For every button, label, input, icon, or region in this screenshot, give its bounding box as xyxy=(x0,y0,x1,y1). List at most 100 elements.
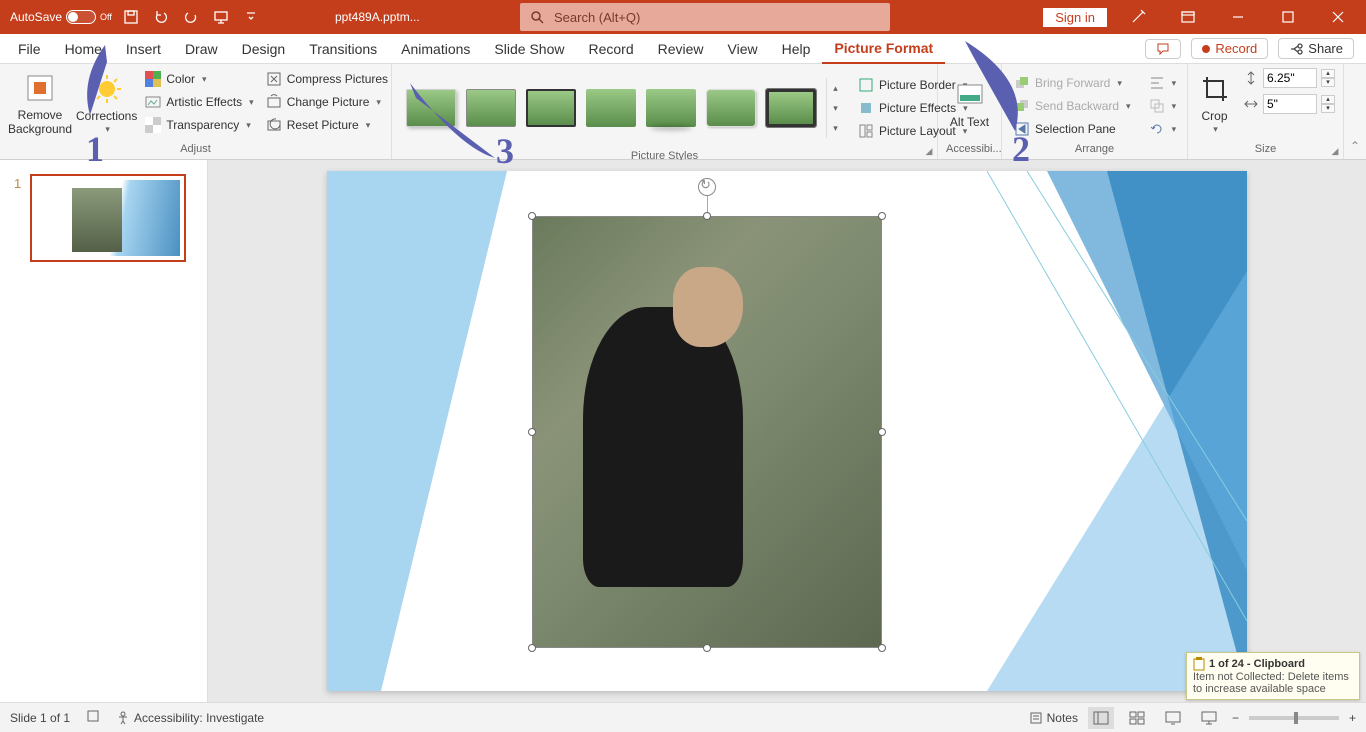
redo-icon[interactable] xyxy=(180,6,202,28)
tab-insert[interactable]: Insert xyxy=(114,34,173,64)
share-button[interactable]: Share xyxy=(1278,38,1354,59)
reset-picture-button[interactable]: Reset Picture▾ xyxy=(262,114,392,136)
ribbon-display-icon[interactable] xyxy=(1168,2,1208,32)
selection-pane-button[interactable]: Selection Pane xyxy=(1010,118,1135,140)
resize-handle-s[interactable] xyxy=(703,644,711,652)
alt-text-button[interactable]: Alt Text xyxy=(946,68,993,140)
width-input[interactable] xyxy=(1263,94,1317,114)
rotate-icon xyxy=(1149,121,1165,137)
autosave-toggle[interactable]: AutoSave Off xyxy=(10,10,112,24)
slide-counter[interactable]: Slide 1 of 1 xyxy=(10,711,70,725)
group-label-access: Accessibi... xyxy=(946,141,993,157)
tab-help[interactable]: Help xyxy=(770,34,823,64)
qat-more-icon[interactable] xyxy=(240,6,262,28)
slide-thumbnail-1[interactable] xyxy=(30,174,186,262)
tab-record[interactable]: Record xyxy=(576,34,645,64)
compress-pictures-button[interactable]: Compress Pictures xyxy=(262,68,392,90)
send-backward-button[interactable]: Send Backward▾ xyxy=(1010,95,1135,117)
search-box[interactable]: Search (Alt+Q) xyxy=(520,3,890,31)
macros-icon[interactable] xyxy=(86,709,100,726)
group-button[interactable]: ▾ xyxy=(1145,95,1181,117)
present-icon[interactable] xyxy=(210,6,232,28)
tab-view[interactable]: View xyxy=(716,34,770,64)
picture-content xyxy=(532,216,882,648)
styles-dialog-launcher[interactable]: ◢ xyxy=(923,145,935,157)
workspace xyxy=(0,160,1366,702)
resize-handle-n[interactable] xyxy=(703,212,711,220)
resize-handle-se[interactable] xyxy=(878,644,886,652)
style-thumb-2[interactable] xyxy=(466,89,516,127)
resize-handle-nw[interactable] xyxy=(528,212,536,220)
resize-handle-w[interactable] xyxy=(528,428,536,436)
zoom-in-button[interactable]: + xyxy=(1349,711,1356,725)
close-icon[interactable] xyxy=(1318,2,1358,32)
remove-background-button[interactable]: Remove Background xyxy=(8,68,72,140)
tab-review[interactable]: Review xyxy=(646,34,716,64)
sign-in-button[interactable]: Sign in xyxy=(1042,7,1108,28)
change-picture-button[interactable]: Change Picture▾ xyxy=(262,91,392,113)
pen-icon[interactable] xyxy=(1118,2,1158,32)
rotation-handle[interactable] xyxy=(698,178,716,196)
tab-draw[interactable]: Draw xyxy=(173,34,230,64)
undo-icon[interactable] xyxy=(150,6,172,28)
view-slideshow-button[interactable] xyxy=(1196,707,1222,729)
comments-button[interactable] xyxy=(1145,39,1181,59)
view-sorter-button[interactable] xyxy=(1124,707,1150,729)
border-icon xyxy=(858,77,874,93)
artistic-effects-button[interactable]: Artistic Effects▾ xyxy=(141,91,257,113)
gallery-more-button[interactable]: ▴▾▾ xyxy=(826,78,844,138)
transparency-button[interactable]: Transparency▾ xyxy=(141,114,257,136)
style-thumb-1[interactable] xyxy=(406,89,456,127)
collapse-ribbon-button[interactable]: ⌃ xyxy=(1344,64,1366,159)
tab-design[interactable]: Design xyxy=(230,34,298,64)
effects-icon xyxy=(858,100,874,116)
save-icon[interactable] xyxy=(120,6,142,28)
height-spinner[interactable]: ▴▾ xyxy=(1321,69,1335,87)
size-dialog-launcher[interactable]: ◢ xyxy=(1329,145,1341,157)
notes-button[interactable]: Notes xyxy=(1029,711,1078,725)
record-dot-icon xyxy=(1202,45,1210,53)
autosave-pill[interactable] xyxy=(66,10,96,24)
bring-forward-button[interactable]: Bring Forward▾ xyxy=(1010,72,1135,94)
tab-home[interactable]: Home xyxy=(53,34,114,64)
filename: ppt489A.pptm... xyxy=(335,10,420,24)
selected-picture[interactable] xyxy=(532,216,882,648)
zoom-slider[interactable] xyxy=(1249,716,1339,720)
height-input-row: ▴▾ xyxy=(1243,68,1335,88)
tab-picture-format[interactable]: Picture Format xyxy=(822,34,945,64)
style-thumb-4[interactable] xyxy=(586,89,636,127)
tab-transitions[interactable]: Transitions xyxy=(297,34,389,64)
view-normal-button[interactable] xyxy=(1088,707,1114,729)
resize-handle-ne[interactable] xyxy=(878,212,886,220)
crop-button[interactable]: Crop▾ xyxy=(1196,68,1233,140)
slide-bg-left xyxy=(327,171,507,691)
style-thumb-3[interactable] xyxy=(526,89,576,127)
rotate-button[interactable]: ▾ xyxy=(1145,118,1181,140)
clipboard-popup[interactable]: 1 of 24 - Clipboard Item not Collected: … xyxy=(1186,652,1360,700)
picture-styles-gallery[interactable]: ▴▾▾ xyxy=(400,68,850,148)
width-spinner[interactable]: ▴▾ xyxy=(1321,95,1335,113)
style-thumb-5[interactable] xyxy=(646,89,696,127)
color-button[interactable]: Color▾ xyxy=(141,68,257,90)
view-reading-button[interactable] xyxy=(1160,707,1186,729)
style-thumb-7[interactable] xyxy=(766,89,816,127)
accessibility-status[interactable]: Accessibility: Investigate xyxy=(116,711,264,725)
tab-file[interactable]: File xyxy=(6,34,53,64)
slide[interactable] xyxy=(327,171,1247,691)
height-input[interactable] xyxy=(1263,68,1317,88)
minimize-icon[interactable] xyxy=(1218,2,1258,32)
style-thumb-6[interactable] xyxy=(706,89,756,127)
ribbon-tabs: File Home Insert Draw Design Transitions… xyxy=(0,34,1366,64)
align-button[interactable]: ▾ xyxy=(1145,72,1181,94)
record-button[interactable]: Record xyxy=(1191,38,1268,59)
resize-handle-e[interactable] xyxy=(878,428,886,436)
resize-handle-sw[interactable] xyxy=(528,644,536,652)
ribbon: Remove Background Corrections ▾ Color▾ A… xyxy=(0,64,1366,160)
tab-slideshow[interactable]: Slide Show xyxy=(482,34,576,64)
align-icon xyxy=(1149,75,1165,91)
height-icon xyxy=(1243,70,1259,86)
maximize-icon[interactable] xyxy=(1268,2,1308,32)
zoom-out-button[interactable]: − xyxy=(1232,711,1239,725)
tab-animations[interactable]: Animations xyxy=(389,34,482,64)
corrections-button[interactable]: Corrections ▾ xyxy=(76,68,137,140)
